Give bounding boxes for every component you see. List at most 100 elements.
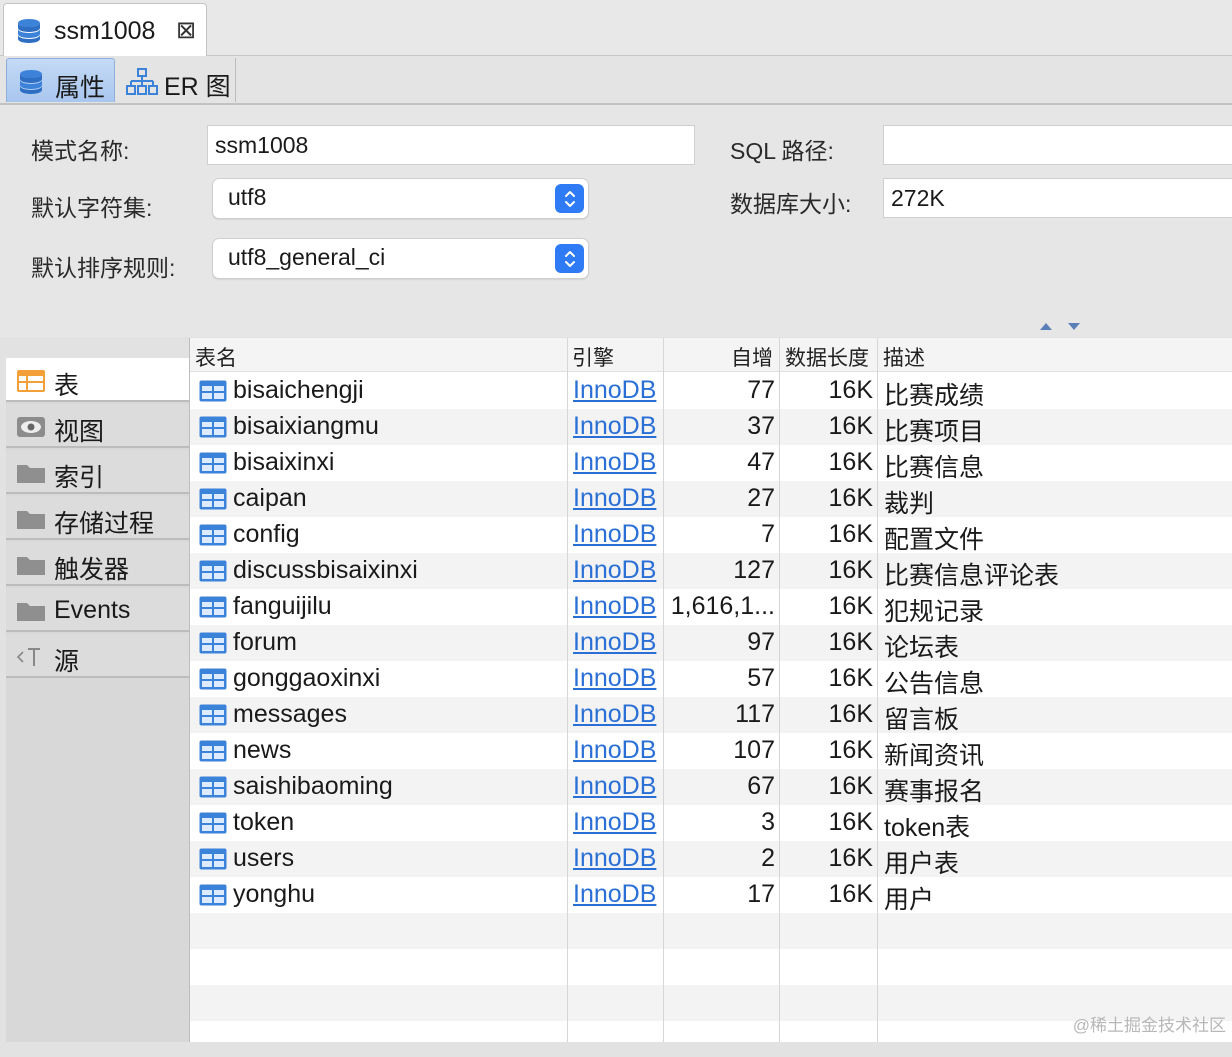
nav-label: Events [54, 596, 131, 624]
nav-item-views[interactable]: 视图 [6, 404, 189, 448]
table-row[interactable]: bisaichengji InnoDB 77 16K 比赛成绩 [190, 373, 1232, 410]
table-row[interactable]: forum InnoDB 97 16K 论坛表 [190, 625, 1232, 662]
sub-tab-bar: 属性 ER 图 [0, 56, 1232, 105]
cell-engine-link[interactable]: InnoDB [573, 556, 656, 585]
cell-auto-increment: 37 [747, 412, 775, 440]
cell-engine-link[interactable]: InnoDB [573, 772, 656, 801]
cell-table-name: gonggaoxinxi [233, 664, 381, 692]
table-grid-icon [199, 848, 227, 875]
cell-engine-link[interactable]: InnoDB [573, 412, 656, 441]
cell-engine-link[interactable]: InnoDB [573, 808, 656, 837]
sql-path-input[interactable] [883, 125, 1232, 165]
cell-data-length: 16K [828, 376, 873, 404]
collation-value: utf8_general_ci [228, 244, 386, 270]
cell-description: 比赛项目 [884, 418, 985, 446]
cell-engine-link[interactable]: InnoDB [573, 628, 656, 657]
table-grid-icon [199, 380, 227, 407]
column-divider [779, 338, 780, 1042]
cell-auto-increment: 3 [761, 808, 775, 836]
nav-label: 视图 [54, 418, 105, 446]
column-divider [877, 338, 878, 1042]
table-row[interactable]: yonghu InnoDB 17 16K 用户 [190, 877, 1232, 914]
header-engine[interactable]: 引擎 [572, 342, 614, 372]
table-row[interactable]: fanguijilu InnoDB 1,616,1... 16K 犯规记录 [190, 589, 1232, 626]
schema-properties-form: 模式名称: ssm1008 默认字符集: utf8 默认排序规则: utf8_g… [0, 105, 1232, 337]
schema-name-input[interactable]: ssm1008 [207, 125, 695, 165]
database-icon [17, 68, 45, 101]
table-row[interactable]: gonggaoxinxi InnoDB 57 16K 公告信息 [190, 661, 1232, 698]
close-tab-icon[interactable]: ⊠ [176, 16, 196, 45]
table-row[interactable]: news InnoDB 107 16K 新闻资讯 [190, 733, 1232, 770]
table-row[interactable]: users InnoDB 2 16K 用户表 [190, 841, 1232, 878]
nav-item-triggers[interactable]: 触发器 [6, 542, 189, 586]
cell-engine-link[interactable]: InnoDB [573, 844, 656, 873]
cell-table-name: config [233, 520, 300, 548]
table-row[interactable]: saishibaoming InnoDB 67 16K 赛事报名 [190, 769, 1232, 806]
tab-er-diagram[interactable]: ER 图 [116, 58, 236, 102]
er-diagram-icon [126, 67, 158, 102]
header-data-length[interactable]: 数据长度 [785, 342, 869, 372]
table-row[interactable]: messages InnoDB 117 16K 留言板 [190, 697, 1232, 734]
cell-description: 裁判 [884, 490, 935, 518]
table-grid-icon [199, 416, 227, 443]
select-stepper-icon [555, 244, 584, 273]
nav-label: 表 [54, 372, 80, 400]
table-grid-icon [199, 740, 227, 767]
table-row[interactable]: discussbisaixinxi InnoDB 127 16K 比赛信息评论表 [190, 553, 1232, 590]
table-grid-icon [199, 524, 227, 551]
cell-engine-link[interactable]: InnoDB [573, 880, 656, 909]
db-size-label: 数据库大小: [730, 191, 852, 217]
cell-auto-increment: 107 [733, 736, 775, 764]
sql-path-label: SQL 路径: [730, 138, 834, 164]
cell-engine-link[interactable]: InnoDB [573, 664, 656, 693]
cell-engine-link[interactable]: InnoDB [573, 520, 656, 549]
tables-grid[interactable]: 表名 引擎 自增 数据长度 描述 bisaichengji InnoDB 77 16K… [189, 338, 1232, 1042]
cell-engine-link[interactable]: InnoDB [573, 700, 656, 729]
cell-description: 比赛信息 [884, 454, 985, 482]
cell-description: 配置文件 [884, 526, 985, 554]
table-grid-icon [199, 776, 227, 803]
table-row[interactable]: caipan InnoDB 27 16K 裁判 [190, 481, 1232, 518]
cell-description: 公告信息 [884, 670, 985, 698]
table-grid-icon [199, 488, 227, 515]
table-row[interactable]: bisaixiangmu InnoDB 37 16K 比赛项目 [190, 409, 1232, 446]
nav-item-indexes[interactable]: 索引 [6, 450, 189, 494]
cell-engine-link[interactable]: InnoDB [573, 736, 656, 765]
editor-tab-ssm1008[interactable]: ssm1008 ⊠ [3, 3, 207, 56]
empty-row[interactable] [190, 949, 1232, 985]
collation-select[interactable]: utf8_general_ci [212, 238, 589, 279]
collation-label: 默认排序规则: [31, 255, 176, 281]
header-description[interactable]: 描述 [883, 342, 925, 372]
table-row[interactable]: bisaixinxi InnoDB 47 16K 比赛信息 [190, 445, 1232, 482]
cell-auto-increment: 97 [747, 628, 775, 656]
folder-icon [16, 461, 46, 490]
cell-engine-link[interactable]: InnoDB [573, 376, 656, 405]
empty-row[interactable] [190, 913, 1232, 949]
nav-item-tables[interactable]: 表 [6, 358, 189, 402]
cell-engine-link[interactable]: InnoDB [573, 448, 656, 477]
splitter-arrows-icon[interactable] [1038, 321, 1088, 331]
nav-item-source[interactable]: 源 [6, 634, 189, 678]
table-row[interactable]: config InnoDB 7 16K 配置文件 [190, 517, 1232, 554]
header-auto-increment[interactable]: 自增 [731, 342, 773, 372]
source-code-icon [16, 645, 46, 674]
table-header: 表名 引擎 自增 数据长度 描述 [190, 338, 1232, 372]
header-name[interactable]: 表名 [195, 342, 237, 372]
cell-auto-increment: 67 [747, 772, 775, 800]
table-grid-icon [199, 704, 227, 731]
cell-table-name: discussbisaixinxi [233, 556, 418, 584]
cell-engine-link[interactable]: InnoDB [573, 592, 656, 621]
schema-name-label: 模式名称: [31, 138, 130, 164]
tab-properties[interactable]: 属性 [6, 58, 115, 102]
cell-table-name: yonghu [233, 880, 316, 908]
cell-description: 赛事报名 [884, 778, 985, 806]
nav-item-procedures[interactable]: 存储过程 [6, 496, 189, 540]
cell-auto-increment: 7 [761, 520, 775, 548]
table-row[interactable]: token InnoDB 3 16K token表 [190, 805, 1232, 842]
cell-data-length: 16K [828, 628, 873, 656]
cell-engine-link[interactable]: InnoDB [573, 484, 656, 513]
cell-description: 犯规记录 [884, 598, 985, 626]
charset-select[interactable]: utf8 [212, 178, 589, 219]
nav-item-events[interactable]: Events [6, 588, 189, 632]
cell-auto-increment: 47 [747, 448, 775, 476]
